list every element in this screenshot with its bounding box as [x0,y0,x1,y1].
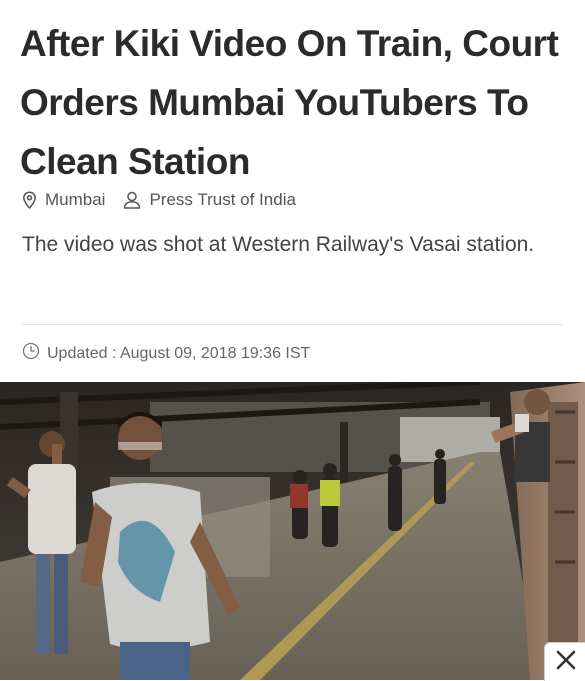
article-photo-image [0,382,585,680]
updated-timestamp: Updated : August 09, 2018 19:36 IST [22,342,310,365]
divider [22,324,563,325]
author[interactable]: Press Trust of India [105,190,296,210]
user-icon [123,191,141,209]
article-headline: After Kiki Video On Train, Court Orders … [20,23,559,183]
close-button[interactable] [544,642,585,681]
location[interactable]: Mumbai [22,190,105,210]
author-label: Press Trust of India [149,190,296,209]
close-icon [555,649,577,676]
article-meta: Mumbai Press Trust of India [22,190,296,210]
location-pin-icon [22,191,37,209]
clock-icon [22,342,47,365]
location-label: Mumbai [45,190,106,209]
article-photo[interactable] [0,382,585,680]
updated-text: Updated : August 09, 2018 19:36 IST [47,344,311,362]
article-summary: The video was shot at Western Railway's … [22,233,535,256]
